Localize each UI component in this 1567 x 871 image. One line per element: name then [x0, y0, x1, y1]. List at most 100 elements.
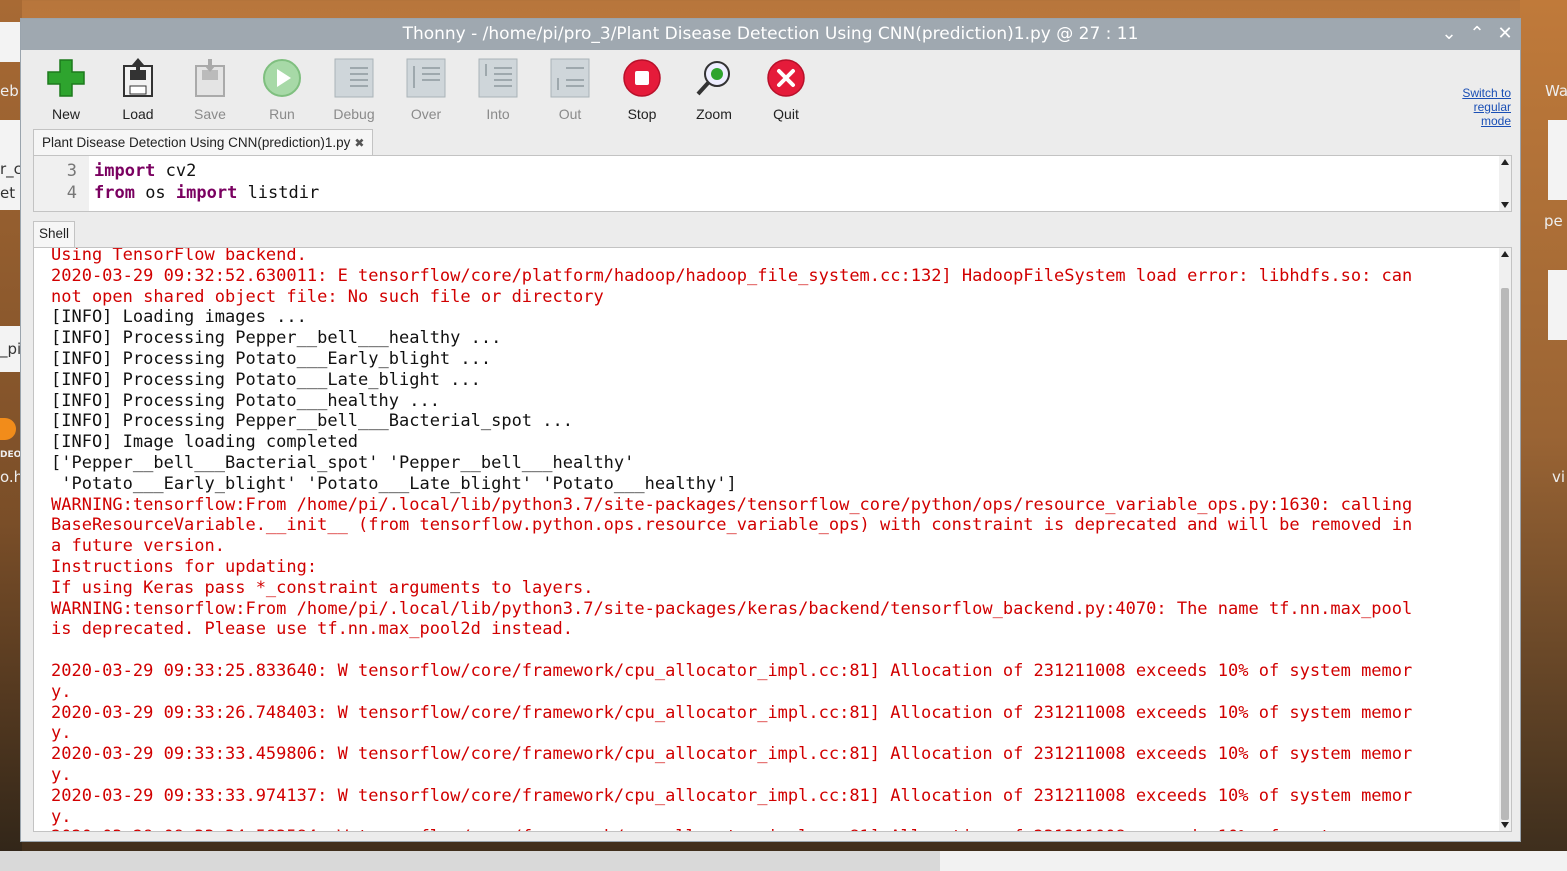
debug-label: Debug: [333, 106, 375, 122]
step-over-button[interactable]: Over: [396, 56, 456, 122]
maximize-button[interactable]: ⌃: [1468, 23, 1486, 44]
desktop-label-left-5: DEO: [0, 450, 22, 460]
shell-line: 2020-03-29 09:32:52.630011: E tensorflow…: [51, 265, 1413, 286]
shell-line: [INFO] Processing Potato___healthy ...: [51, 390, 440, 411]
shell-line: WARNING:tensorflow:From /home/pi/.local/…: [51, 494, 1413, 515]
save-button[interactable]: Save: [180, 56, 240, 122]
shell-line: Instructions for updating:: [51, 556, 318, 577]
code-text: os: [134, 183, 176, 203]
shell-line: a future version.: [51, 536, 225, 557]
shell-line: WARNING:tensorflow:From /home/pi/.local/…: [51, 598, 1413, 619]
shell-line: Using TensorFlow backend.: [51, 247, 307, 265]
desktop-label-left-4: _pi: [0, 340, 22, 358]
scroll-down-icon[interactable]: [1501, 822, 1509, 828]
shell-line: [INFO] Loading images ...: [51, 307, 307, 328]
minimize-button[interactable]: ⌄: [1440, 23, 1458, 44]
code-text: cv2: [155, 161, 197, 181]
editor-scrollbar[interactable]: [1499, 156, 1511, 211]
toolbar: New Load Save Run Debug Over Into Out St…: [21, 50, 1520, 128]
desktop-label-right-3: vi: [1552, 468, 1566, 486]
shell-line: y.: [51, 764, 72, 785]
load-label: Load: [122, 106, 154, 122]
new-label: New: [51, 106, 80, 122]
keyword: import: [94, 161, 156, 181]
quit-label: Quit: [773, 106, 799, 122]
desktop-label-left-3: et: [0, 184, 16, 202]
shell-lines: Using TensorFlow backend. 2020-03-29 09:3…: [51, 247, 1491, 831]
shell-line: [INFO] Processing Pepper__bell___Bacteri…: [51, 411, 573, 432]
new-icon: [44, 56, 88, 100]
quit-icon: [764, 56, 808, 100]
shell-line: y.: [51, 723, 72, 744]
code-editor[interactable]: 3 4 import cv2 from os import listdir: [33, 155, 1512, 212]
scroll-up-icon[interactable]: [1501, 251, 1509, 257]
load-icon: [116, 56, 160, 100]
zoom-label: Zoom: [696, 106, 732, 122]
shell-line: [INFO] Image loading completed: [51, 432, 359, 453]
shell-line: ['Pepper__bell___Bacterial_spot' 'Pepper…: [51, 452, 635, 473]
shell-line: 2020-03-29 09:33:25.833640: W tensorflow…: [51, 660, 1413, 681]
switch-link-line-3: mode: [1480, 114, 1511, 128]
stop-icon: [620, 56, 664, 100]
editor-tab[interactable]: Plant Disease Detection Using CNN(predic…: [33, 129, 374, 155]
switch-to-regular-mode-link[interactable]: Switch to regular mode: [1462, 86, 1511, 128]
desktop-icon-right-1[interactable]: [1548, 120, 1567, 200]
shell-line: 'Potato___Early_blight' 'Potato___Late_b…: [51, 473, 737, 494]
stop-label: Stop: [627, 106, 657, 122]
shell-line: is deprecated. Please use tf.nn.max_pool…: [51, 619, 573, 640]
code-line: import cv2: [94, 161, 196, 181]
keyword: import: [175, 183, 238, 203]
scroll-down-icon[interactable]: [1501, 202, 1509, 208]
shell-line: not open shared object file: No such fil…: [51, 286, 604, 307]
shell-line: [INFO] Processing Pepper__bell___healthy…: [51, 328, 502, 349]
desktop-icon-right-2[interactable]: [1548, 270, 1567, 340]
shell-line: [INFO] Processing Potato___Early_blight …: [51, 348, 492, 369]
step-out-label: Out: [558, 106, 582, 122]
shell-line: 2020-03-29 09:33:26.748403: W tensorflow…: [51, 702, 1413, 723]
desktop-icon-left-1[interactable]: [0, 22, 20, 62]
debug-icon: [332, 56, 376, 100]
shell-tab[interactable]: Shell: [33, 221, 76, 247]
quit-button[interactable]: Quit: [756, 56, 816, 122]
step-over-label: Over: [410, 106, 442, 122]
shell-output[interactable]: Using TensorFlow backend. 2020-03-29 09:3…: [33, 247, 1512, 832]
close-tab-icon[interactable]: ✖: [354, 131, 364, 155]
step-into-icon: [476, 56, 520, 100]
debug-button[interactable]: Debug: [324, 56, 384, 122]
scroll-thumb[interactable]: [1501, 288, 1509, 820]
run-button[interactable]: Run: [252, 56, 312, 122]
run-icon: [260, 56, 304, 100]
shell-line: y.: [51, 806, 72, 827]
stop-button[interactable]: Stop: [612, 56, 672, 122]
load-button[interactable]: Load: [108, 56, 168, 122]
shell-line: 2020-03-29 09:33:33.459806: W tensorflow…: [51, 744, 1413, 765]
zoom-button[interactable]: Zoom: [684, 56, 744, 122]
shell-line: 2020-03-29 09:33:33.974137: W tensorflow…: [51, 785, 1413, 806]
scroll-up-icon[interactable]: [1501, 159, 1509, 165]
step-out-button[interactable]: Out: [540, 56, 600, 122]
step-into-button[interactable]: Into: [468, 56, 528, 122]
new-button[interactable]: New: [36, 56, 96, 122]
step-out-icon: [548, 56, 592, 100]
editor-tab-label: Plant Disease Detection Using CNN(predic…: [42, 134, 351, 150]
switch-link-line-1: Switch to: [1462, 86, 1511, 100]
line-number-gutter: 3 4: [34, 156, 89, 211]
code-line: from os import listdir: [94, 183, 319, 203]
keyword: from: [94, 183, 135, 203]
thonny-window: Thonny - /home/pi/pro_3/Plant Disease De…: [20, 18, 1521, 842]
save-icon: [188, 56, 232, 100]
desktop-label-right-1: Wa: [1545, 82, 1567, 100]
close-button[interactable]: ✕: [1496, 23, 1514, 44]
run-label: Run: [269, 106, 295, 122]
desktop-label-left-2: r_c: [0, 160, 22, 178]
shell-scrollbar[interactable]: [1499, 248, 1511, 831]
line-number: 3: [66, 161, 77, 181]
step-over-icon: [404, 56, 448, 100]
shell-line: [INFO] Processing Potato___Late_blight .…: [51, 369, 481, 390]
shell-line: y.: [51, 681, 72, 702]
title-bar[interactable]: Thonny - /home/pi/pro_3/Plant Disease De…: [21, 19, 1520, 50]
shell-line: BaseResourceVariable.__init__ (from tens…: [51, 515, 1413, 536]
save-label: Save: [194, 106, 226, 122]
switch-link-line-2: regular: [1473, 100, 1511, 114]
